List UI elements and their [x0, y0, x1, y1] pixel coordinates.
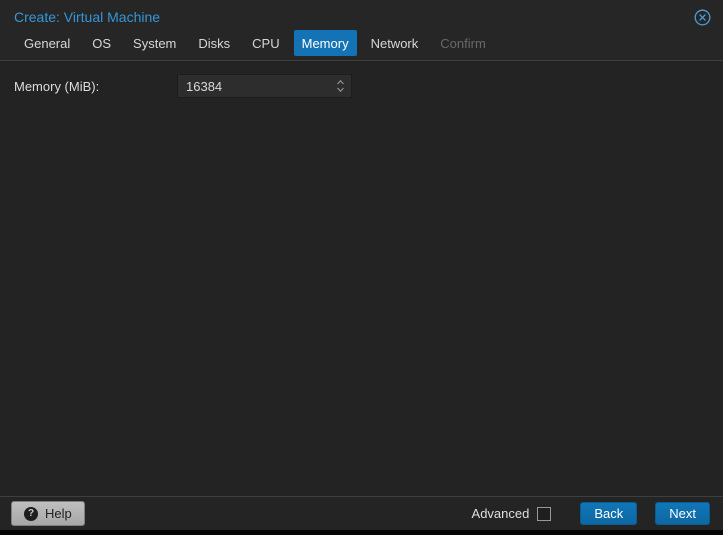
memory-field-label: Memory (MiB): [14, 78, 100, 94]
tab-memory[interactable]: Memory [293, 30, 357, 56]
help-button-label: Help [45, 506, 72, 521]
tab-network[interactable]: Network [363, 30, 427, 56]
tab-disks[interactable]: Disks [190, 30, 238, 56]
help-button[interactable]: ? Help [11, 501, 85, 526]
tab-os[interactable]: OS [84, 30, 119, 56]
wizard-tabbar: General OS System Disks CPU Memory Netwo… [0, 30, 723, 60]
memory-spinner-field [177, 74, 352, 98]
help-icon: ? [24, 506, 38, 521]
dialog-title: Create: Virtual Machine [14, 9, 161, 25]
memory-form-row: Memory (MiB): [14, 74, 709, 98]
memory-step-panel: Memory (MiB): [0, 60, 723, 497]
dialog-footer: ? Help Advanced Back Next [0, 497, 723, 530]
tab-confirm: Confirm [440, 35, 486, 51]
back-button[interactable]: Back [580, 502, 638, 525]
memory-input[interactable] [178, 78, 329, 94]
advanced-checkbox[interactable] [537, 506, 552, 521]
advanced-label[interactable]: Advanced [472, 506, 530, 521]
tab-general[interactable]: General [16, 30, 78, 56]
tab-cpu[interactable]: CPU [244, 30, 287, 56]
create-vm-dialog: Create: Virtual Machine General OS Syste… [0, 0, 723, 530]
dialog-header: Create: Virtual Machine [0, 0, 723, 30]
tab-system[interactable]: System [125, 30, 184, 56]
close-icon[interactable] [694, 9, 711, 26]
spinner-up-down-icon[interactable] [329, 75, 351, 97]
next-button[interactable]: Next [655, 502, 710, 525]
